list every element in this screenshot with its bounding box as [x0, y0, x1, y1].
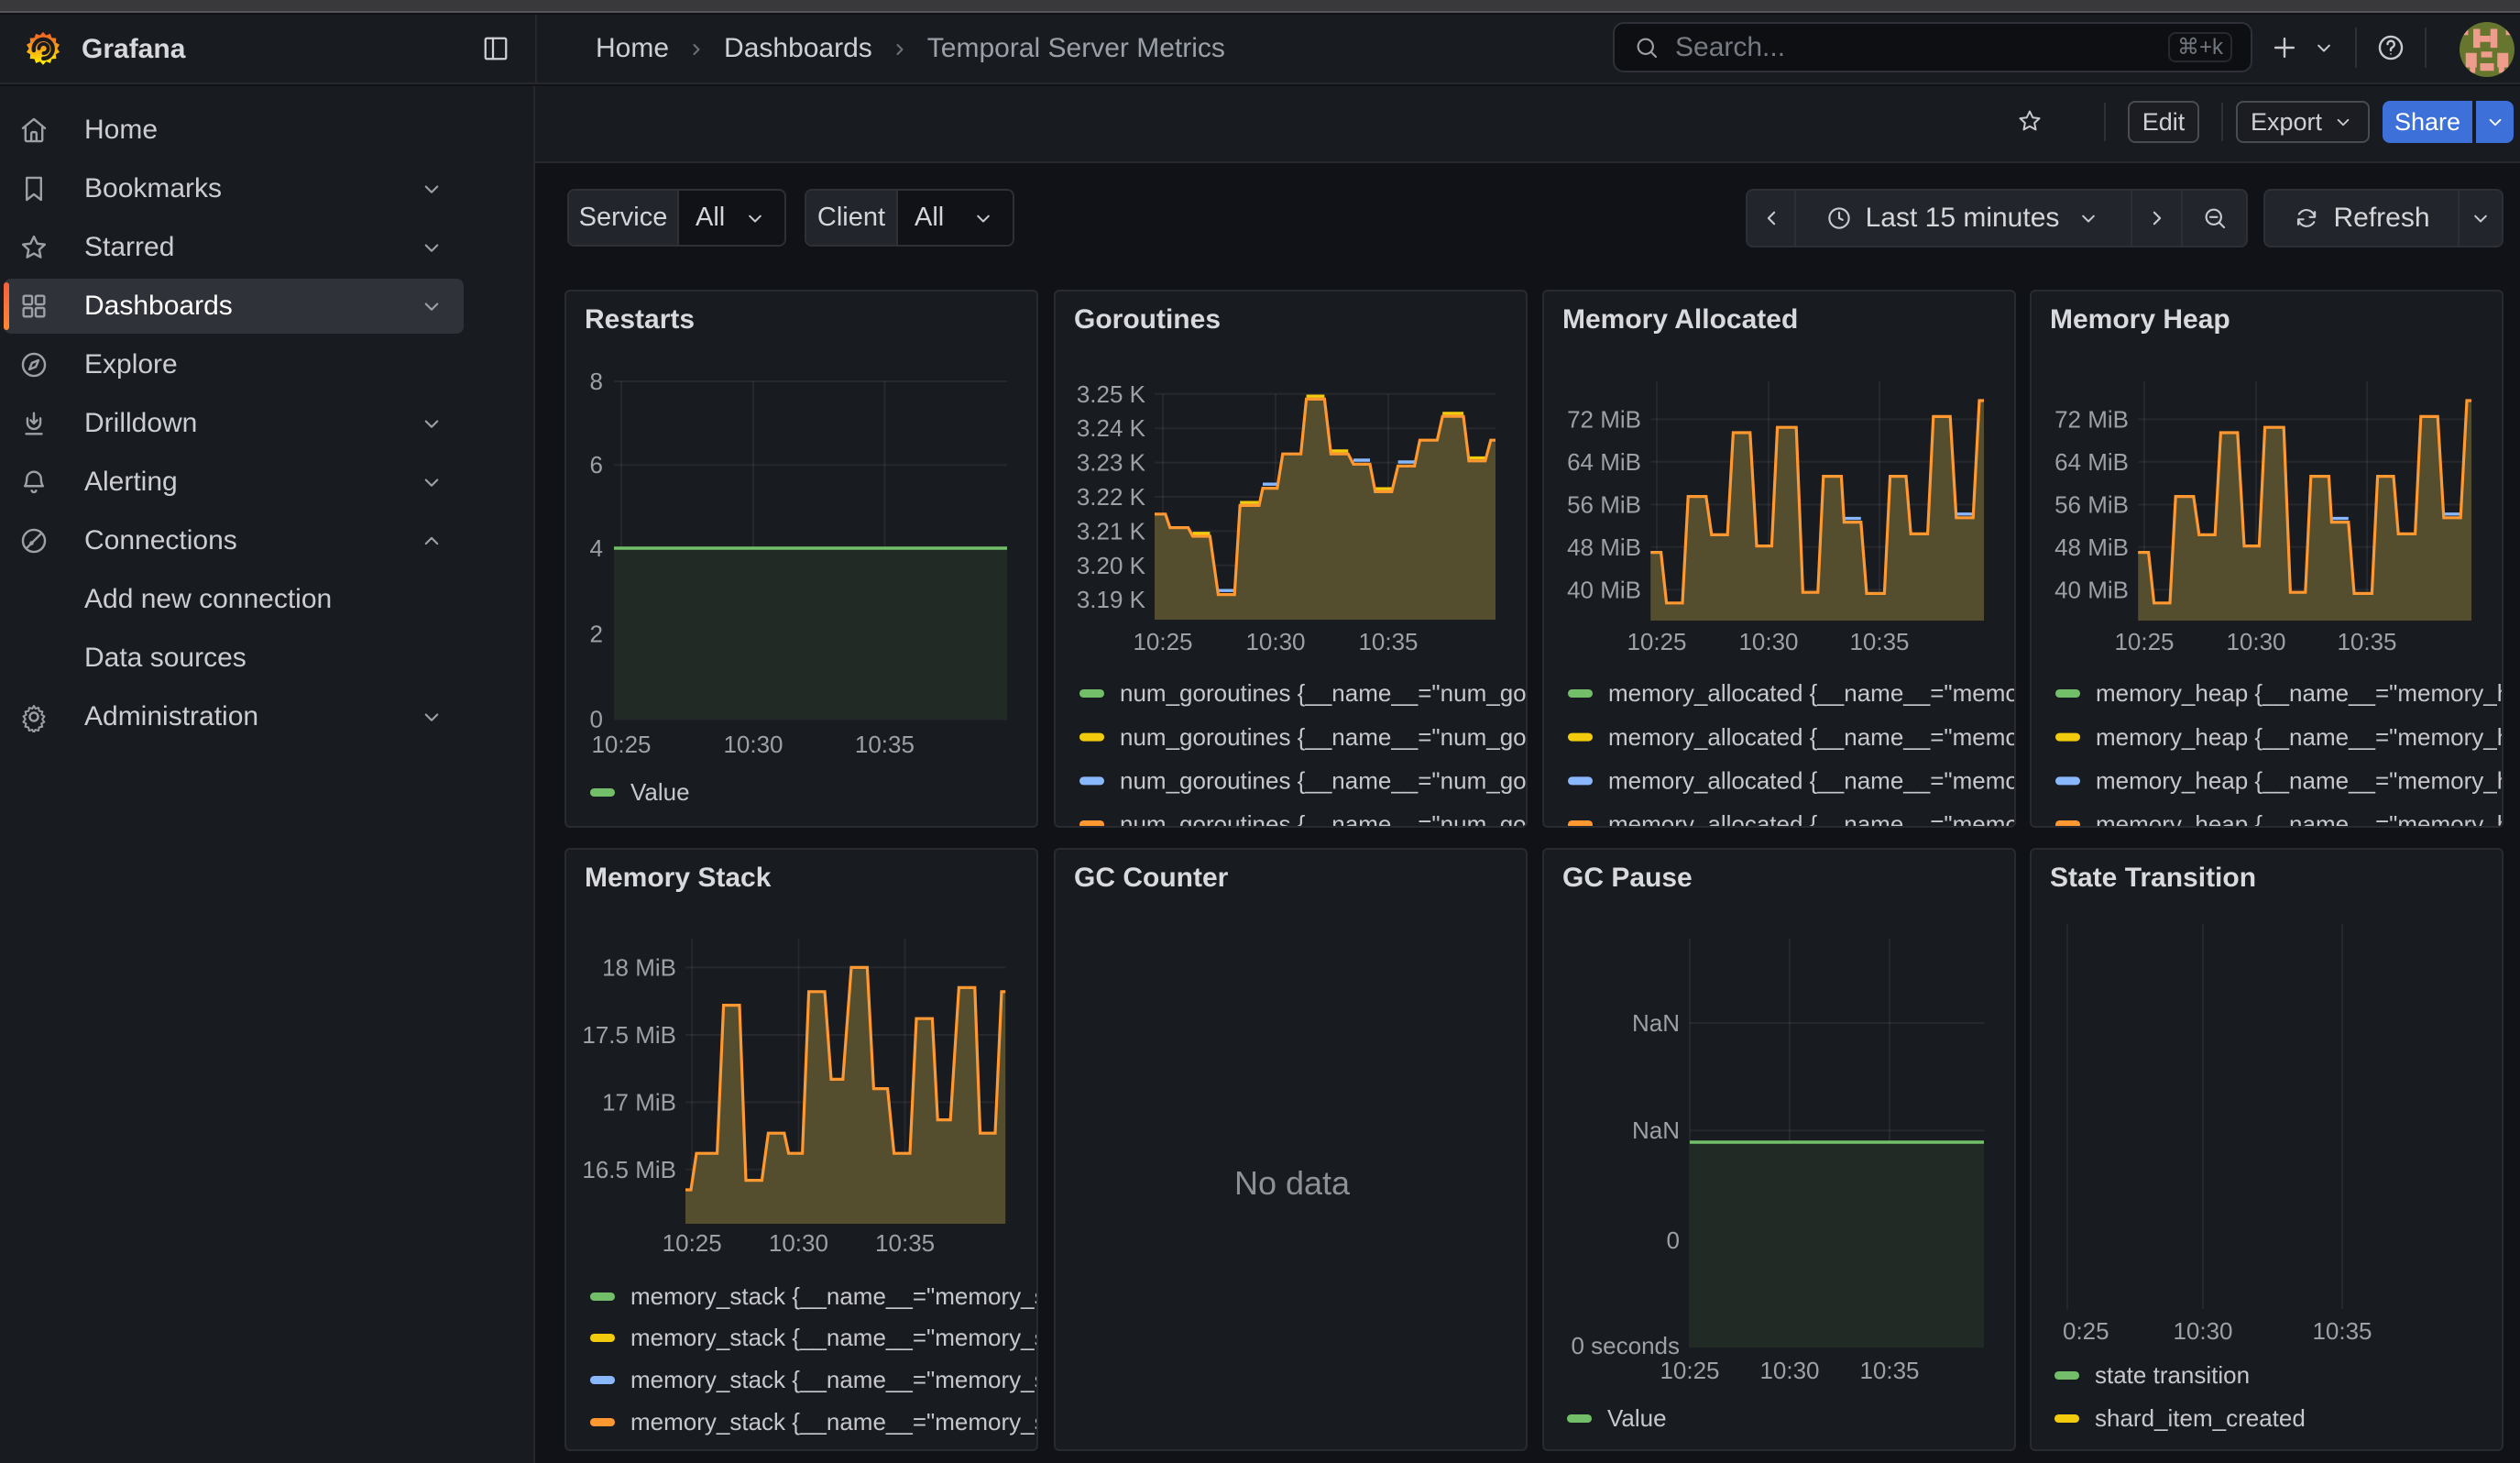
svg-text:48 MiB: 48 MiB [1567, 534, 1641, 561]
svg-text:10:35: 10:35 [2312, 1317, 2372, 1345]
svg-text:10:30: 10:30 [769, 1229, 828, 1257]
svg-text:10:35: 10:35 [1859, 1357, 1919, 1384]
svg-text:num_goroutines {__name__="num_: num_goroutines {__name__="num_go [1120, 679, 1527, 707]
svg-text:3.22 K: 3.22 K [1077, 483, 1146, 511]
svg-text:2: 2 [590, 621, 603, 648]
svg-text:0:25: 0:25 [2063, 1317, 2109, 1345]
svg-text:0: 0 [590, 706, 603, 733]
svg-text:memory_stack {__name__="memory: memory_stack {__name__="memory_s [630, 1408, 1038, 1436]
svg-text:memory_allocated {__name__="me: memory_allocated {__name__="memo [1608, 679, 2016, 707]
svg-text:3.19 K: 3.19 K [1077, 586, 1146, 613]
svg-text:18 MiB: 18 MiB [602, 953, 676, 981]
svg-text:56 MiB: 56 MiB [2054, 490, 2129, 518]
svg-text:NaN: NaN [1632, 1009, 1680, 1037]
svg-text:3.20 K: 3.20 K [1077, 552, 1146, 579]
svg-text:num_goroutines {__name__="num_: num_goroutines {__name__="num_go [1120, 810, 1527, 828]
svg-text:16.5 MiB: 16.5 MiB [582, 1156, 676, 1183]
svg-text:state transition: state transition [2095, 1361, 2250, 1389]
svg-text:6: 6 [590, 451, 603, 478]
svg-text:10:35: 10:35 [875, 1229, 935, 1257]
svg-text:72 MiB: 72 MiB [1567, 405, 1641, 433]
svg-text:memory_heap {__name__="memory_: memory_heap {__name__="memory_h [2096, 723, 2504, 751]
svg-text:3.25 K: 3.25 K [1077, 380, 1146, 408]
svg-text:10:30: 10:30 [723, 731, 783, 758]
svg-text:10:35: 10:35 [2337, 628, 2396, 655]
svg-text:0: 0 [1667, 1226, 1680, 1254]
svg-text:64 MiB: 64 MiB [2054, 448, 2129, 476]
svg-text:10:25: 10:25 [663, 1229, 722, 1257]
svg-text:48 MiB: 48 MiB [2054, 534, 2129, 561]
svg-text:3.21 K: 3.21 K [1077, 517, 1146, 544]
svg-text:memory_stack {__name__="memory: memory_stack {__name__="memory_s [630, 1282, 1038, 1310]
svg-text:10:35: 10:35 [1849, 628, 1909, 655]
svg-text:10:25: 10:25 [591, 731, 651, 758]
svg-text:memory_heap {__name__="memory_: memory_heap {__name__="memory_h [2096, 679, 2504, 707]
svg-text:3.24 K: 3.24 K [1077, 414, 1146, 442]
svg-text:10:35: 10:35 [855, 731, 915, 758]
svg-text:10:25: 10:25 [1133, 628, 1192, 655]
svg-text:memory_stack {__name__="memory: memory_stack {__name__="memory_s [630, 1324, 1038, 1351]
svg-text:40 MiB: 40 MiB [1567, 576, 1641, 603]
svg-text:10:30: 10:30 [1245, 628, 1305, 655]
svg-text:8: 8 [590, 368, 603, 395]
svg-text:10:30: 10:30 [2226, 628, 2285, 655]
svg-text:0 seconds: 0 seconds [1571, 1332, 1680, 1359]
svg-text:num_goroutines {__name__="num_: num_goroutines {__name__="num_go [1120, 723, 1527, 751]
svg-text:17.5 MiB: 17.5 MiB [582, 1021, 676, 1049]
svg-text:72 MiB: 72 MiB [2054, 405, 2129, 433]
svg-text:memory_allocated {__name__="me: memory_allocated {__name__="memo [1608, 767, 2016, 795]
svg-text:memory_heap {__name__="memory_: memory_heap {__name__="memory_h [2096, 767, 2504, 795]
svg-text:10:25: 10:25 [2114, 628, 2174, 655]
svg-text:NaN: NaN [1632, 1116, 1680, 1144]
svg-text:10:25: 10:25 [1660, 1357, 1719, 1384]
svg-text:4: 4 [590, 534, 603, 562]
svg-text:10:35: 10:35 [1358, 628, 1418, 655]
svg-text:memory_heap {__name__="memory_: memory_heap {__name__="memory_h [2096, 810, 2504, 828]
svg-text:17 MiB: 17 MiB [602, 1088, 676, 1116]
svg-text:shard_item_created: shard_item_created [2095, 1404, 2306, 1432]
svg-text:56 MiB: 56 MiB [1567, 490, 1641, 518]
svg-text:Value: Value [1607, 1404, 1667, 1432]
svg-text:64 MiB: 64 MiB [1567, 448, 1641, 476]
svg-text:10:30: 10:30 [1759, 1357, 1819, 1384]
svg-text:No data: No data [1234, 1164, 1351, 1202]
svg-text:memory_allocated {__name__="me: memory_allocated {__name__="memo [1608, 723, 2016, 751]
svg-text:3.23 K: 3.23 K [1077, 449, 1146, 477]
svg-text:memory_stack {__name__="memory: memory_stack {__name__="memory_s [630, 1366, 1038, 1393]
svg-text:10:30: 10:30 [2173, 1317, 2232, 1345]
svg-text:40 MiB: 40 MiB [2054, 576, 2129, 603]
svg-text:memory_allocated {__name__="me: memory_allocated {__name__="memo [1608, 810, 2016, 828]
svg-text:Value: Value [630, 778, 690, 806]
svg-text:10:30: 10:30 [1738, 628, 1798, 655]
svg-text:num_goroutines {__name__="num_: num_goroutines {__name__="num_go [1120, 767, 1527, 795]
svg-text:10:25: 10:25 [1627, 628, 1686, 655]
